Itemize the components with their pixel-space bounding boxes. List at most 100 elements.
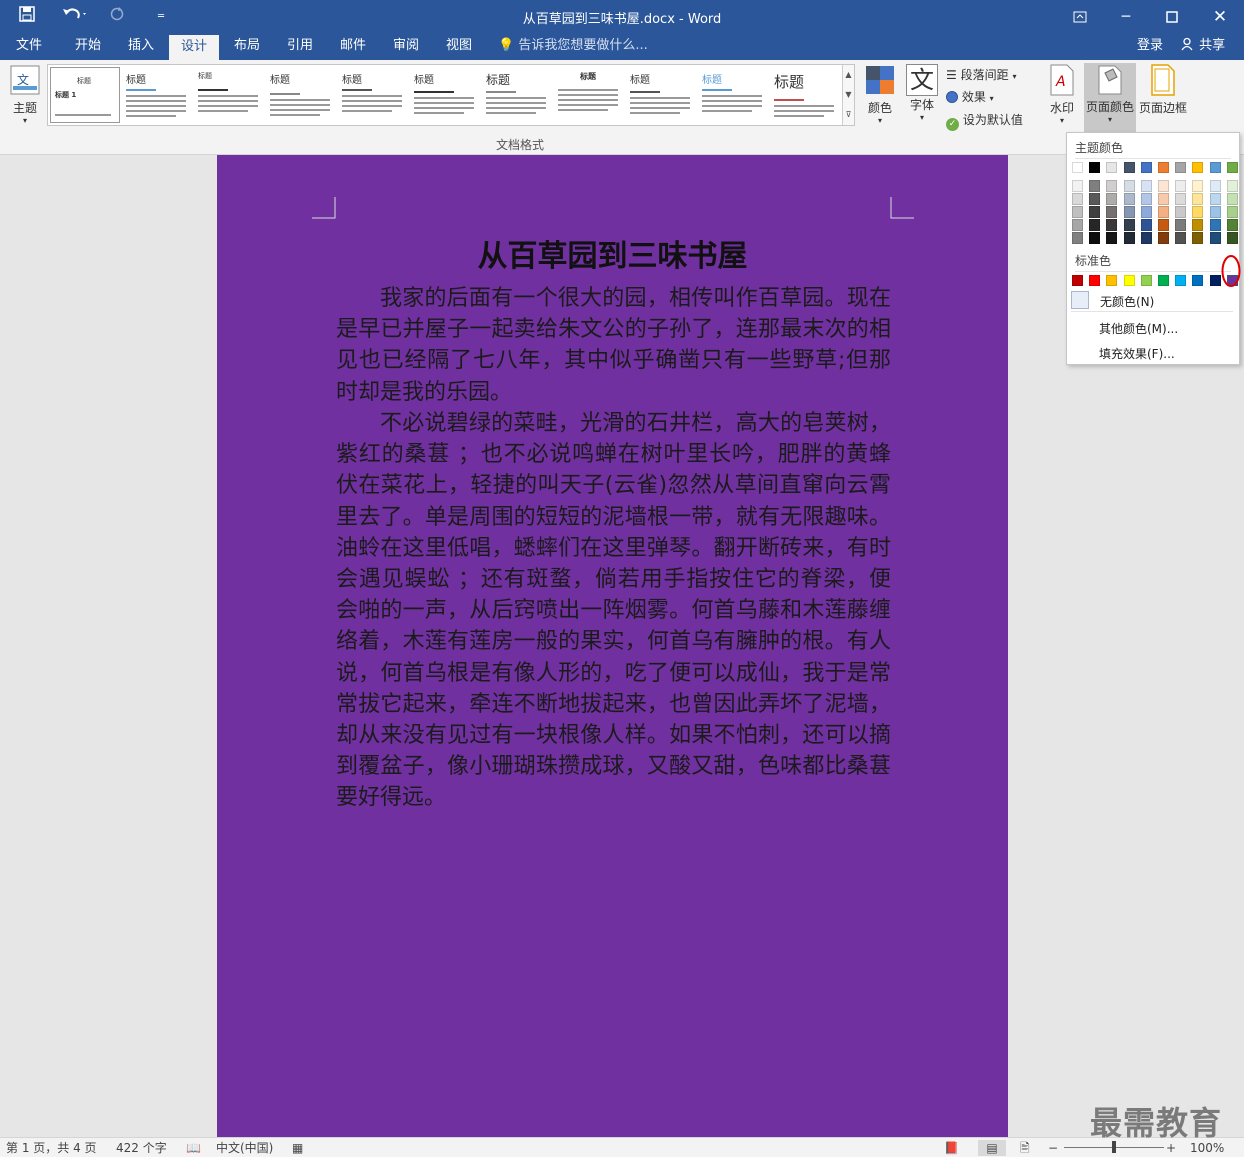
fill-effects-item[interactable]: 填充效果(F)...: [1099, 345, 1175, 362]
page-color-button[interactable]: 页面颜色 ▾: [1084, 63, 1136, 133]
zoom-slider[interactable]: [1064, 1141, 1164, 1153]
color-swatch[interactable]: [1072, 219, 1083, 231]
color-swatch[interactable]: [1158, 180, 1169, 192]
color-swatch[interactable]: [1226, 162, 1238, 173]
macro-icon[interactable]: ▦: [292, 1140, 303, 1156]
color-swatch[interactable]: [1140, 232, 1152, 244]
ribbon-display-icon[interactable]: [1056, 0, 1104, 34]
share-button[interactable]: 共享: [1172, 34, 1234, 60]
color-swatch[interactable]: [1192, 162, 1204, 173]
color-swatch[interactable]: [1072, 206, 1083, 218]
color-swatch[interactable]: [1072, 162, 1083, 173]
color-swatch[interactable]: [1158, 162, 1169, 173]
color-swatch[interactable]: [1158, 219, 1169, 231]
tab-home[interactable]: 开始: [62, 34, 114, 60]
color-swatch[interactable]: [1158, 206, 1169, 218]
color-swatch[interactable]: [1192, 275, 1204, 286]
style-thumb[interactable]: 标题: [626, 67, 696, 123]
color-swatch[interactable]: [1192, 219, 1204, 231]
color-swatch[interactable]: [1072, 193, 1083, 205]
color-swatch[interactable]: [1175, 232, 1187, 244]
tab-view[interactable]: 视图: [434, 34, 484, 60]
color-swatch[interactable]: [1209, 275, 1221, 286]
color-swatch[interactable]: [1123, 193, 1135, 205]
color-swatch[interactable]: [1106, 275, 1118, 286]
tab-insert[interactable]: 插入: [116, 34, 166, 60]
tab-mailings[interactable]: 邮件: [328, 34, 378, 60]
color-swatch[interactable]: [1140, 162, 1152, 173]
tab-review[interactable]: 审阅: [381, 34, 431, 60]
color-swatch[interactable]: [1106, 232, 1118, 244]
color-swatch[interactable]: [1226, 232, 1238, 244]
color-swatch[interactable]: [1158, 193, 1169, 205]
document-page[interactable]: 从百草园到三味书屋 我家的后面有一个很大的园，相传叫作百草园。现在是早已并屋子一…: [217, 155, 1008, 1137]
proofing-icon[interactable]: 📖: [186, 1140, 201, 1156]
color-swatch[interactable]: [1175, 162, 1187, 173]
color-swatch[interactable]: [1192, 232, 1204, 244]
color-swatch[interactable]: [1123, 206, 1135, 218]
color-swatch[interactable]: [1072, 232, 1083, 244]
color-swatch[interactable]: [1175, 206, 1187, 218]
color-swatch[interactable]: [1140, 180, 1152, 192]
color-swatch[interactable]: [1089, 162, 1101, 173]
themes-button[interactable]: 文 主题 ▾: [6, 64, 44, 130]
color-swatch[interactable]: [1089, 232, 1101, 244]
color-swatch[interactable]: [1089, 193, 1101, 205]
color-swatch[interactable]: [1175, 193, 1187, 205]
style-thumb[interactable]: 标题: [698, 67, 768, 123]
color-swatch[interactable]: [1209, 206, 1221, 218]
tab-file[interactable]: 文件: [4, 34, 54, 60]
color-swatch[interactable]: [1209, 219, 1221, 231]
color-swatch[interactable]: [1192, 180, 1204, 192]
style-thumb[interactable]: 标题: [482, 67, 552, 123]
minimize-button[interactable]: ─: [1102, 0, 1150, 34]
color-swatch[interactable]: [1123, 232, 1135, 244]
web-layout-icon[interactable]: 🖹: [1020, 1140, 1030, 1156]
style-thumb[interactable]: 标题: [770, 67, 840, 123]
tab-layout[interactable]: 布局: [222, 34, 272, 60]
color-swatch[interactable]: [1175, 219, 1187, 231]
color-swatch[interactable]: [1106, 219, 1118, 231]
color-swatch[interactable]: [1089, 206, 1101, 218]
colors-button[interactable]: 颜色 ▾: [862, 64, 898, 130]
watermark-button[interactable]: A 水印 ▾: [1042, 64, 1082, 130]
set-as-default-button[interactable]: ✓ 设为默认值: [946, 111, 1036, 131]
style-thumb[interactable]: 标题: [122, 67, 192, 123]
color-swatch[interactable]: [1106, 206, 1118, 218]
color-swatch[interactable]: [1226, 180, 1238, 192]
color-swatch[interactable]: [1226, 206, 1238, 218]
color-swatch[interactable]: [1072, 180, 1083, 192]
word-count[interactable]: 422 个字: [116, 1140, 167, 1156]
color-swatch[interactable]: [1158, 275, 1169, 286]
style-thumb[interactable]: 标题: [554, 67, 624, 123]
style-thumb[interactable]: 标题: [338, 67, 408, 123]
color-swatch[interactable]: [1123, 275, 1135, 286]
fonts-button[interactable]: 文 字体 ▾: [904, 64, 940, 130]
page-count[interactable]: 第 1 页，共 4 页: [6, 1140, 97, 1156]
color-swatch[interactable]: [1140, 193, 1152, 205]
page-borders-button[interactable]: 页面边框: [1138, 64, 1188, 130]
tell-me-box[interactable]: 💡 告诉我您想要做什么...: [498, 34, 658, 60]
color-swatch[interactable]: [1089, 180, 1101, 192]
color-swatch[interactable]: [1226, 219, 1238, 231]
color-swatch[interactable]: [1192, 206, 1204, 218]
maximize-button[interactable]: [1148, 0, 1196, 34]
color-swatch[interactable]: [1123, 180, 1135, 192]
color-swatch[interactable]: [1106, 180, 1118, 192]
color-swatch[interactable]: [1175, 180, 1187, 192]
color-swatch[interactable]: [1209, 180, 1221, 192]
style-thumb[interactable]: 标题: [194, 67, 264, 123]
more-colors-item[interactable]: 其他颜色(M)...: [1099, 320, 1178, 337]
color-swatch[interactable]: [1140, 275, 1152, 286]
color-swatch[interactable]: [1192, 193, 1204, 205]
color-swatch[interactable]: [1209, 193, 1221, 205]
style-thumb[interactable]: 标题: [410, 67, 480, 123]
login-link[interactable]: 登录: [1130, 34, 1170, 60]
print-layout-icon[interactable]: ▤: [978, 1140, 1006, 1156]
color-swatch[interactable]: [1209, 232, 1221, 244]
read-mode-icon[interactable]: 📕: [944, 1140, 959, 1156]
color-swatch[interactable]: [1158, 232, 1169, 244]
color-swatch[interactable]: [1175, 275, 1187, 286]
zoom-out-button[interactable]: −: [1048, 1140, 1058, 1156]
color-swatch[interactable]: [1140, 206, 1152, 218]
